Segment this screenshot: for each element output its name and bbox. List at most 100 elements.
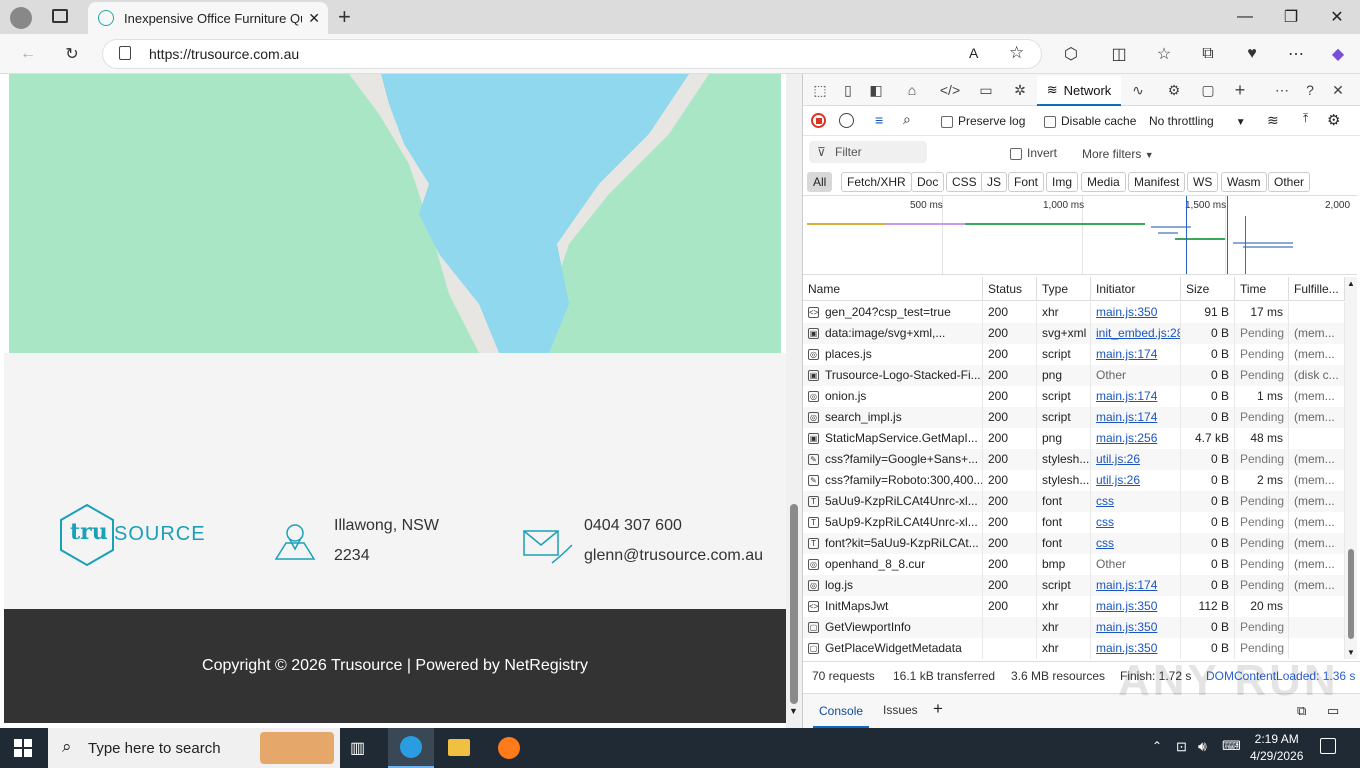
inspect-element-icon[interactable]: ⬚ [809,79,831,101]
request-initiator[interactable]: main.js:174 [1091,575,1181,596]
table-row[interactable]: data:image/svg+xml,... 200 svg+xml init_emb… [803,323,1345,344]
edge-taskbar-icon[interactable] [388,728,434,768]
copilot-icon[interactable]: ◆ [1324,40,1352,68]
col-type[interactable]: Type [1037,277,1091,301]
more-filters-dropdown[interactable]: More filters ▼ [1082,147,1154,161]
more-menu-icon[interactable]: ⋯ [1282,40,1310,68]
request-initiator[interactable]: util.js:26 [1091,470,1181,491]
minimize-button[interactable]: — [1222,0,1268,34]
favorites-icon[interactable]: ☆ [1150,40,1178,68]
search-icon[interactable]: ⌕ [903,111,911,128]
request-initiator[interactable]: init_embed.js:28 [1091,323,1181,344]
url-bar[interactable]: https://trusource.com.au A ☆ [102,39,1042,69]
chip-ws[interactable]: WS [1187,172,1219,192]
table-row[interactable]: css?family=Roboto:300,400... 200 stylesh..… [803,470,1345,491]
request-initiator[interactable]: css [1091,512,1181,533]
restore-button[interactable]: ❐ [1268,0,1314,34]
table-row[interactable]: InitMapsJwt 200 xhr main.js:350 112 B 20 ms <> [803,596,1345,617]
page-scrollbar[interactable] [786,74,802,728]
table-row[interactable]: places.js 200 script main.js:174 0 B Pending(… [803,344,1345,365]
chip-font[interactable]: Font [1008,172,1045,192]
request-initiator[interactable]: util.js:26 [1091,449,1181,470]
table-row[interactable]: onion.js 200 script main.js:174 0 B1 ms (mem.… [803,386,1345,407]
clear-icon[interactable] [839,113,854,128]
chip-media[interactable]: Media [1081,172,1126,192]
chip-wasm[interactable]: Wasm [1221,172,1267,192]
sources-bug-icon[interactable]: ✲ [1009,79,1031,101]
requests-scroll-thumb[interactable] [1348,549,1354,639]
table-row[interactable]: css?family=Google+Sans+... 200 stylesh... u… [803,449,1345,470]
taskbar-search[interactable]: ⌕ Type here to search [48,728,340,768]
page-scroll-thumb[interactable] [790,504,798,704]
tab-network[interactable]: ≋ Network [1037,76,1121,106]
file-explorer-icon[interactable] [448,739,470,756]
task-view-icon[interactable]: ▥ [350,738,365,758]
col-size[interactable]: Size [1181,277,1235,301]
request-initiator[interactable]: main.js:350 [1091,596,1181,617]
table-row[interactable]: log.js 200 script main.js:174 0 B Pending (mem… [803,575,1345,596]
tab-actions-icon[interactable] [52,9,68,23]
more-tools-icon[interactable]: ⋯ [1271,79,1293,101]
request-initiator[interactable]: css [1091,533,1181,554]
lock-icon[interactable] [119,46,131,60]
extensions-icon[interactable]: ⬡ [1057,40,1085,68]
request-initiator[interactable]: css [1091,491,1181,512]
dock-side-icon[interactable]: ◧ [865,79,887,101]
table-row[interactable]: 5aUu9-KzpRiLCAt4Unrc-xl... 200 font css 0 BP… [803,491,1345,512]
read-aloud-icon[interactable]: A [969,45,978,61]
disable-cache-checkbox[interactable]: Disable cache [1044,114,1136,128]
network-tray-icon[interactable]: ⊡ [1176,739,1187,755]
firefox-icon[interactable] [498,737,520,759]
chip-css[interactable]: CSS [946,172,983,192]
table-row[interactable]: font?kit=5aUu9-KzpRiLCAt... 200 font css 0 B… [803,533,1345,554]
requests-scroll-down-icon[interactable]: ▼ [1347,648,1355,657]
import-har-icon[interactable]: ⤒ [1303,111,1308,126]
chip-js[interactable]: JS [981,172,1008,192]
refresh-icon[interactable]: ↻ [58,40,86,68]
chip-img[interactable]: Img [1046,172,1079,192]
record-icon[interactable] [811,113,826,128]
disable-cache-box[interactable] [1044,115,1056,128]
help-icon[interactable]: ? [1299,79,1321,101]
drawer-tab-issues[interactable]: Issues [883,703,918,717]
settings-gear-icon[interactable]: ⚙ [1163,79,1185,101]
notifications-icon[interactable] [1320,738,1336,754]
chip-doc[interactable]: Doc [911,172,945,192]
chip-fetch-xhr[interactable]: Fetch/XHR [841,172,912,192]
drawer-expand-icon[interactable]: ▼ [789,706,798,716]
new-tab-button[interactable]: + [338,4,351,30]
filter-input[interactable]: ⊽ Filter [809,141,927,163]
close-devtools-icon[interactable]: ✕ [1327,79,1349,101]
tray-chevron-icon[interactable]: ⌃ [1152,739,1162,753]
split-screen-icon[interactable]: ◫ [1105,40,1133,68]
console-icon[interactable]: ▭ [975,79,997,101]
back-icon[interactable]: ← [14,40,42,68]
phone-number[interactable]: 0404 307 600 [584,511,763,541]
close-window-button[interactable]: ✕ [1314,0,1360,34]
ime-icon[interactable]: ⌨ [1222,738,1241,754]
col-initiator[interactable]: Initiator [1091,277,1181,301]
col-status[interactable]: Status [983,277,1037,301]
map-embed[interactable] [9,74,781,353]
col-time[interactable]: Time [1235,277,1289,301]
table-row[interactable]: openhand_8_8.cur 200 bmp Other 0 B Pending (me… [803,554,1345,575]
invert-box[interactable] [1010,147,1022,160]
table-row[interactable]: gen_204?csp_test=true 200 xhr main.js:350 91… [803,302,1345,323]
preserve-log-box[interactable] [941,115,953,128]
table-row[interactable]: search_impl.js 200 script main.js:174 0 B Pen… [803,407,1345,428]
volume-icon[interactable]: 🔊︎ [1198,738,1207,755]
request-initiator[interactable]: main.js:256 [1091,428,1181,449]
table-row[interactable]: 5aUp9-KzpRiLCAt4Unrc-xl... 200 font css 0 BP… [803,512,1345,533]
network-conditions-icon[interactable]: ≋ [1267,112,1279,129]
invert-checkbox[interactable]: Invert [1010,146,1057,160]
trusource-logo[interactable]: tru SOURCE [58,503,208,569]
add-tool-icon[interactable]: + [1229,79,1251,101]
tab-active[interactable]: Inexpensive Office Furniture Quot ✕ [88,2,328,34]
throttling-select[interactable]: No throttling ▼ [1149,114,1246,128]
close-tab-icon[interactable]: ✕ [308,10,320,27]
request-initiator[interactable]: main.js:350 [1091,617,1181,638]
drawer-tab-console[interactable]: Console [813,694,870,728]
welcome-home-icon[interactable]: ⌂ [901,79,923,101]
device-emulation-icon[interactable]: ▯ [837,79,859,101]
request-initiator[interactable]: main.js:174 [1091,386,1181,407]
